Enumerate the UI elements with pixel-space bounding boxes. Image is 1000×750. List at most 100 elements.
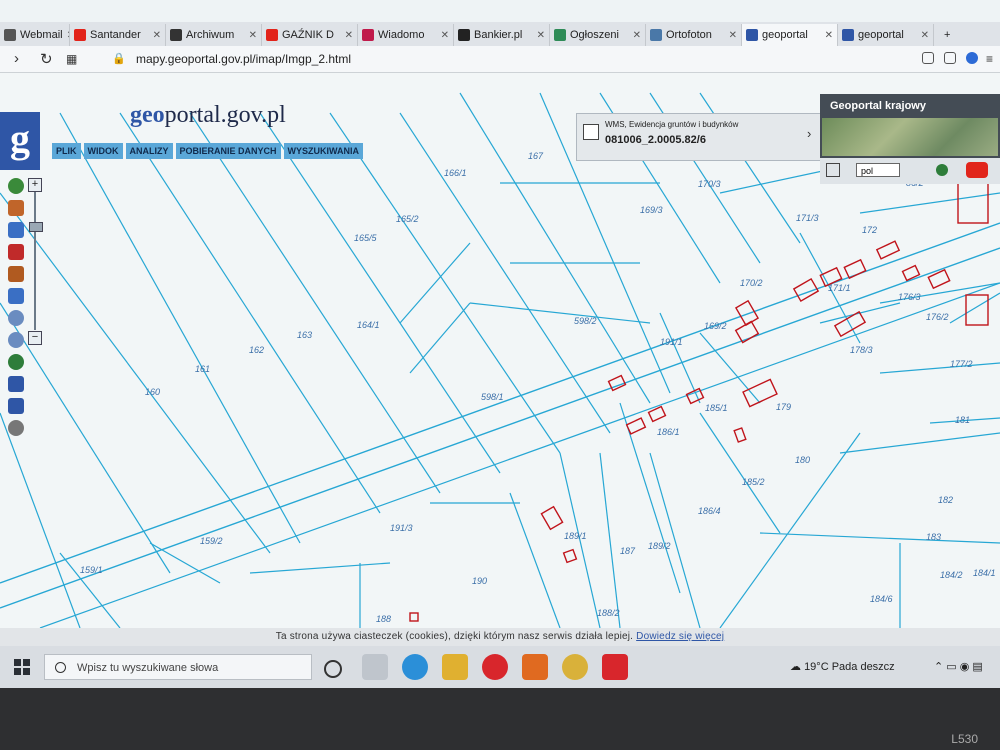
clear-selection-icon[interactable] [8,244,24,260]
close-tab-icon[interactable]: ✕ [153,30,165,41]
browser-tab[interactable]: Ogłoszeni ✕ [550,24,646,46]
expand-arrow-icon[interactable]: › [807,126,811,141]
parcel-number[interactable]: 162 [249,345,264,355]
brand-title[interactable]: geoportal.gov.pl [130,102,286,129]
parcel-number[interactable]: 171/3 [796,213,819,223]
parcel-number[interactable]: 176/3 [898,292,921,302]
menu-item[interactable]: POBIERANIE DANYCH [175,143,281,159]
zoom-out-icon[interactable] [8,332,24,348]
parcel-number[interactable]: 160 [145,387,160,397]
wms-info-panel[interactable]: WMS, Ewidencja gruntów i budynków 081006… [576,113,822,161]
table-icon[interactable] [826,163,840,177]
parcel-number[interactable]: 181 [955,415,970,425]
extensions-grid-icon[interactable]: ▦ [66,52,77,66]
browser-tab[interactable]: GAŹNIK D ✕ [262,24,358,46]
parcel-number[interactable]: 170/2 [740,278,763,288]
menu-item[interactable]: WIDOK [83,143,123,159]
parcel-number[interactable]: 188/2 [597,608,620,618]
browser-tab[interactable]: Webmail✕ [0,24,70,46]
parcel-number[interactable]: 171/1 [828,283,851,293]
info-icon[interactable] [8,178,24,194]
youtube-icon[interactable] [966,162,988,178]
parcel-number[interactable]: 190 [472,576,487,586]
taskbar-search-input[interactable]: Wpisz tu wyszukiwane słowa [44,654,312,680]
close-tab-icon[interactable]: ✕ [633,30,645,41]
weather-widget[interactable]: ☁ 19°C Pada deszcz [790,660,895,673]
parcel-number[interactable]: 178/3 [850,345,873,355]
parcel-number[interactable]: 187 [620,546,636,556]
zoom-plus-button[interactable]: + [28,178,42,192]
parcel-number[interactable]: 169/3 [640,205,663,215]
hand-pan-icon[interactable] [8,200,24,216]
parcel-number[interactable]: 161 [195,364,210,374]
parcel-number[interactable]: 164/1 [357,320,380,330]
close-tab-icon[interactable]: ✕ [921,30,933,41]
parcel-number[interactable]: 179 [776,402,791,412]
close-tab-icon[interactable]: ✕ [537,30,549,41]
parcel-number[interactable]: 191/1 [660,337,683,347]
parcel-number[interactable]: 189/1 [564,531,587,541]
zoom-slider[interactable]: + − [28,178,43,345]
browser-tab[interactable]: Archiwum ✕ [166,24,262,46]
zoom-thumb[interactable] [29,222,43,232]
close-tab-icon[interactable]: ✕ [249,30,261,41]
cookie-learn-more-link[interactable]: Dowiedz się więcej [636,631,724,642]
pencil-icon[interactable] [8,266,24,282]
santander-icon[interactable] [602,654,628,680]
parcel-number[interactable]: 167 [528,151,544,161]
app-icon[interactable] [562,654,588,680]
zoom-in-icon[interactable] [8,310,24,326]
close-tab-icon[interactable]: ✕ [441,30,453,41]
parcel-number[interactable]: 183 [926,532,941,542]
globe-icon[interactable] [936,164,948,176]
menu-item[interactable]: ANALIZY [125,143,173,159]
parcel-number[interactable]: 159/2 [200,536,223,546]
parcel-number[interactable]: 172 [862,225,877,235]
parcel-number[interactable]: 191/3 [390,523,413,533]
globe-icon[interactable] [8,354,24,370]
url-field[interactable]: mapy.geoportal.gov.pl/imap/Imgp_2.html [136,52,351,66]
windows-start-icon[interactable] [14,659,30,675]
camera-icon[interactable] [944,52,956,64]
back-arrow-icon[interactable] [8,376,24,392]
parcel-number[interactable]: 186/1 [657,427,680,437]
close-tab-icon[interactable]: ✕ [729,30,741,41]
overview-map-thumbnail[interactable] [822,118,998,156]
menu-item[interactable]: PLIK [52,143,81,159]
parcel-number[interactable]: 598/1 [481,392,504,402]
parcel-number[interactable]: 180 [795,455,810,465]
parcel-number[interactable]: 165/5 [354,233,378,243]
parcel-number[interactable]: 182 [938,495,953,505]
parcel-number[interactable]: 189/2 [648,541,671,551]
file-explorer-icon[interactable] [442,654,468,680]
menu-item[interactable]: WYSZUKIWANIA [283,143,364,159]
browser-tab[interactable]: Wiadomo ✕ [358,24,454,46]
reload-icon[interactable]: ↻ [40,50,53,68]
select-area-icon[interactable] [8,222,24,238]
new-tab-button[interactable]: + [940,24,964,46]
close-tab-icon[interactable]: ✕ [345,30,357,41]
parcel-number[interactable]: 169/2 [704,321,727,331]
measure-icon[interactable] [8,288,24,304]
parcel-number[interactable]: 184/1 [973,568,996,578]
task-view-icon[interactable] [362,654,388,680]
parcel-number[interactable]: 159/1 [80,565,103,575]
parcel-number[interactable]: 176/2 [926,312,949,322]
browser-tab[interactable]: Ortofoton ✕ [646,24,742,46]
parcel-number[interactable]: 170/3 [698,179,721,189]
browser-tab[interactable]: Bankier.pl ✕ [454,24,550,46]
vpn-shield-icon[interactable] [966,52,978,64]
edge-icon[interactable] [402,654,428,680]
parcel-number[interactable]: 165/2 [396,214,419,224]
parcel-number[interactable]: 166/1 [444,168,467,178]
browser-tab[interactable]: geoportal ✕ [838,24,934,46]
parcel-number[interactable]: 184/6 [870,594,893,604]
opera-icon[interactable] [482,654,508,680]
cortana-icon[interactable] [324,660,342,678]
parcel-number[interactable]: 185/1 [705,403,728,413]
parcel-number[interactable]: 177/2 [950,359,973,369]
close-tab-icon[interactable]: ✕ [825,30,837,41]
share-icon[interactable] [922,52,934,64]
parcel-number[interactable]: 186/4 [698,506,721,516]
browser-tab[interactable]: Santander ✕ [70,24,166,46]
